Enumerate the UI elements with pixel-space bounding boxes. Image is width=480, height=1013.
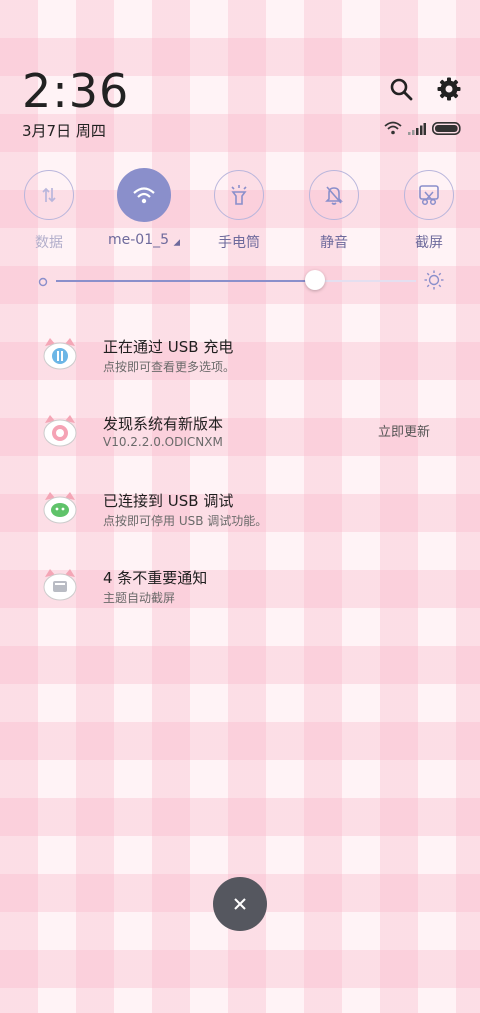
qs-data-label: 数据 (35, 235, 63, 251)
notification-usb-charging[interactable]: 正在通过 USB 充电 点按即可查看更多选项。 (42, 336, 442, 386)
brightness-slider[interactable] (36, 268, 446, 294)
qs-screenshot-toggle[interactable]: 截屏 (393, 170, 465, 252)
notification-subtitle: 点按即可停用 USB 调试功能。 (103, 514, 268, 528)
wifi-icon (117, 168, 171, 222)
cat-app-icon (42, 336, 78, 372)
notification-title: 正在通过 USB 充电 (103, 338, 234, 356)
notification-usb-debugging[interactable]: 已连接到 USB 调试 点按即可停用 USB 调试功能。 (42, 490, 442, 540)
cat-app-icon (42, 567, 78, 603)
qs-screenshot-label: 截屏 (415, 235, 443, 251)
clock-date: 3月7日 周四 (22, 122, 106, 140)
qs-data-toggle[interactable]: 数据 (13, 170, 85, 252)
mute-bell-icon (309, 170, 359, 220)
close-icon (234, 898, 246, 910)
qs-flashlight-label: 手电筒 (218, 235, 260, 251)
brightness-high-icon (424, 270, 444, 294)
flashlight-icon (214, 170, 264, 220)
gear-icon[interactable] (436, 76, 462, 102)
cat-app-icon (42, 413, 78, 449)
clear-all-button[interactable] (213, 877, 267, 931)
qs-wifi-toggle[interactable]: me-01_5 ◢ (108, 168, 180, 248)
wifi-signal-icon (384, 120, 402, 139)
qs-mute-label: 静音 (320, 235, 348, 251)
notification-unimportant-group[interactable]: 4 条不重要通知 主题自动截屏 (42, 567, 442, 617)
battery-icon (432, 120, 462, 139)
qs-flashlight-toggle[interactable]: 手电筒 (203, 170, 275, 252)
notification-subtitle: 点按即可查看更多选项。 (103, 360, 236, 374)
notification-title: 4 条不重要通知 (103, 569, 208, 587)
notification-system-update[interactable]: 发现系统有新版本 V10.2.2.0.ODICNXM 立即更新 (42, 413, 442, 463)
data-arrows-icon (24, 170, 74, 220)
clock-time: 2:36 (22, 64, 130, 118)
notification-title: 发现系统有新版本 (103, 415, 224, 433)
qs-wifi-label: me-01_5 ◢ (108, 232, 180, 248)
update-now-button[interactable]: 立即更新 (378, 421, 430, 440)
screenshot-icon (404, 170, 454, 220)
notification-subtitle: V10.2.2.0.ODICNXM (103, 435, 223, 449)
notification-title: 已连接到 USB 调试 (103, 492, 234, 510)
brightness-fill (56, 280, 316, 282)
notification-subtitle: 主题自动截屏 (103, 591, 176, 605)
brightness-thumb[interactable] (305, 270, 326, 290)
cellular-signal-icon (408, 120, 426, 139)
cat-app-icon (42, 490, 78, 526)
brightness-low-icon (36, 274, 50, 293)
qs-mute-toggle[interactable]: 静音 (298, 170, 370, 252)
search-icon[interactable] (388, 76, 414, 102)
status-bar (384, 120, 462, 139)
